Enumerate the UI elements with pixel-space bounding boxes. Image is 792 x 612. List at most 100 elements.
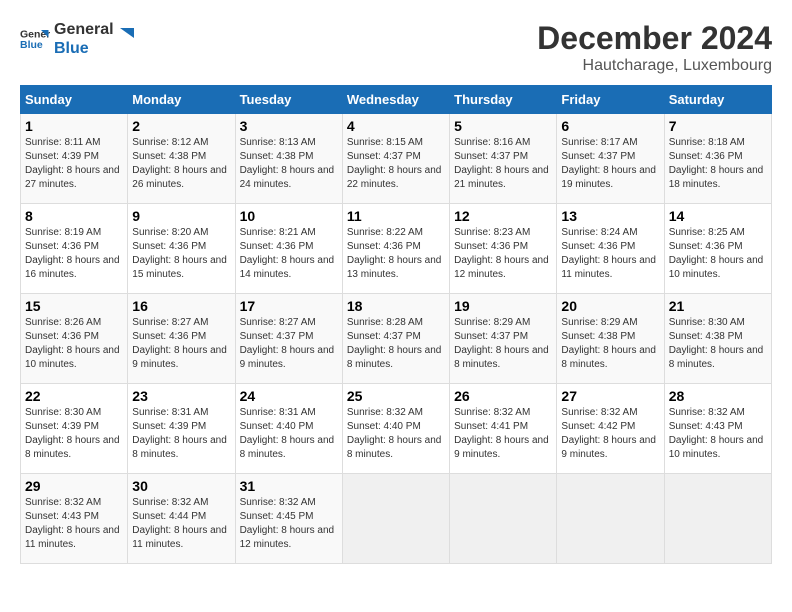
- day-info: Sunrise: 8:23 AM Sunset: 4:36 PM Dayligh…: [454, 226, 552, 282]
- calendar-cell: 15 Sunrise: 8:26 AM Sunset: 4:36 PM Dayl…: [21, 294, 128, 384]
- day-info: Sunrise: 8:29 AM Sunset: 4:38 PM Dayligh…: [561, 316, 659, 372]
- day-number: 10: [240, 208, 338, 224]
- day-info: Sunrise: 8:20 AM Sunset: 4:36 PM Dayligh…: [132, 226, 230, 282]
- daylight-label: Daylight: 8 hours and 26 minutes.: [132, 165, 227, 190]
- daylight-label: Daylight: 8 hours and 22 minutes.: [347, 165, 442, 190]
- daylight-label: Daylight: 8 hours and 9 minutes.: [454, 435, 549, 460]
- sunrise-label: Sunrise: 8:19 AM: [25, 227, 101, 238]
- sunrise-label: Sunrise: 8:32 AM: [669, 407, 745, 418]
- day-number: 17: [240, 298, 338, 314]
- day-info: Sunrise: 8:19 AM Sunset: 4:36 PM Dayligh…: [25, 226, 123, 282]
- calendar-cell: 20 Sunrise: 8:29 AM Sunset: 4:38 PM Dayl…: [557, 294, 664, 384]
- col-header-saturday: Saturday: [664, 86, 771, 114]
- day-number: 1: [25, 118, 123, 134]
- day-number: 23: [132, 388, 230, 404]
- day-number: 22: [25, 388, 123, 404]
- sunset-label: Sunset: 4:45 PM: [240, 511, 314, 522]
- col-header-monday: Monday: [128, 86, 235, 114]
- day-info: Sunrise: 8:13 AM Sunset: 4:38 PM Dayligh…: [240, 136, 338, 192]
- calendar-cell: 11 Sunrise: 8:22 AM Sunset: 4:36 PM Dayl…: [342, 204, 449, 294]
- day-info: Sunrise: 8:32 AM Sunset: 4:42 PM Dayligh…: [561, 406, 659, 462]
- calendar-cell: 7 Sunrise: 8:18 AM Sunset: 4:36 PM Dayli…: [664, 114, 771, 204]
- day-number: 11: [347, 208, 445, 224]
- day-number: 5: [454, 118, 552, 134]
- daylight-label: Daylight: 8 hours and 8 minutes.: [347, 345, 442, 370]
- col-header-wednesday: Wednesday: [342, 86, 449, 114]
- calendar-cell: [664, 474, 771, 564]
- sunrise-label: Sunrise: 8:32 AM: [347, 407, 423, 418]
- sunset-label: Sunset: 4:38 PM: [669, 331, 743, 342]
- sunrise-label: Sunrise: 8:30 AM: [25, 407, 101, 418]
- svg-text:Blue: Blue: [20, 39, 43, 51]
- calendar-cell: 22 Sunrise: 8:30 AM Sunset: 4:39 PM Dayl…: [21, 384, 128, 474]
- calendar-cell: 21 Sunrise: 8:30 AM Sunset: 4:38 PM Dayl…: [664, 294, 771, 384]
- sunset-label: Sunset: 4:39 PM: [132, 421, 206, 432]
- daylight-label: Daylight: 8 hours and 14 minutes.: [240, 255, 335, 280]
- calendar-cell: 8 Sunrise: 8:19 AM Sunset: 4:36 PM Dayli…: [21, 204, 128, 294]
- day-info: Sunrise: 8:22 AM Sunset: 4:36 PM Dayligh…: [347, 226, 445, 282]
- daylight-label: Daylight: 8 hours and 18 minutes.: [669, 165, 764, 190]
- sunrise-label: Sunrise: 8:32 AM: [240, 497, 316, 508]
- sunset-label: Sunset: 4:37 PM: [561, 151, 635, 162]
- day-number: 19: [454, 298, 552, 314]
- day-info: Sunrise: 8:21 AM Sunset: 4:36 PM Dayligh…: [240, 226, 338, 282]
- sunrise-label: Sunrise: 8:27 AM: [240, 317, 316, 328]
- day-info: Sunrise: 8:25 AM Sunset: 4:36 PM Dayligh…: [669, 226, 767, 282]
- day-info: Sunrise: 8:32 AM Sunset: 4:41 PM Dayligh…: [454, 406, 552, 462]
- day-info: Sunrise: 8:24 AM Sunset: 4:36 PM Dayligh…: [561, 226, 659, 282]
- day-number: 21: [669, 298, 767, 314]
- calendar-cell: 10 Sunrise: 8:21 AM Sunset: 4:36 PM Dayl…: [235, 204, 342, 294]
- sunset-label: Sunset: 4:39 PM: [25, 421, 99, 432]
- day-number: 25: [347, 388, 445, 404]
- calendar-cell: 17 Sunrise: 8:27 AM Sunset: 4:37 PM Dayl…: [235, 294, 342, 384]
- day-number: 31: [240, 478, 338, 494]
- day-number: 26: [454, 388, 552, 404]
- day-number: 16: [132, 298, 230, 314]
- col-header-thursday: Thursday: [450, 86, 557, 114]
- calendar-cell: 18 Sunrise: 8:28 AM Sunset: 4:37 PM Dayl…: [342, 294, 449, 384]
- day-number: 8: [25, 208, 123, 224]
- calendar-cell: 19 Sunrise: 8:29 AM Sunset: 4:37 PM Dayl…: [450, 294, 557, 384]
- daylight-label: Daylight: 8 hours and 8 minutes.: [669, 345, 764, 370]
- sunset-label: Sunset: 4:36 PM: [669, 151, 743, 162]
- sunrise-label: Sunrise: 8:32 AM: [132, 497, 208, 508]
- day-info: Sunrise: 8:30 AM Sunset: 4:38 PM Dayligh…: [669, 316, 767, 372]
- calendar-cell: 31 Sunrise: 8:32 AM Sunset: 4:45 PM Dayl…: [235, 474, 342, 564]
- daylight-label: Daylight: 8 hours and 9 minutes.: [561, 435, 656, 460]
- day-number: 28: [669, 388, 767, 404]
- sunset-label: Sunset: 4:37 PM: [240, 331, 314, 342]
- day-info: Sunrise: 8:27 AM Sunset: 4:36 PM Dayligh…: [132, 316, 230, 372]
- calendar-cell: 1 Sunrise: 8:11 AM Sunset: 4:39 PM Dayli…: [21, 114, 128, 204]
- col-header-friday: Friday: [557, 86, 664, 114]
- day-info: Sunrise: 8:31 AM Sunset: 4:40 PM Dayligh…: [240, 406, 338, 462]
- daylight-label: Daylight: 8 hours and 12 minutes.: [454, 255, 549, 280]
- day-number: 14: [669, 208, 767, 224]
- calendar-week-row: 22 Sunrise: 8:30 AM Sunset: 4:39 PM Dayl…: [21, 384, 772, 474]
- sunset-label: Sunset: 4:36 PM: [132, 241, 206, 252]
- sunset-label: Sunset: 4:41 PM: [454, 421, 528, 432]
- daylight-label: Daylight: 8 hours and 10 minutes.: [669, 435, 764, 460]
- day-info: Sunrise: 8:32 AM Sunset: 4:44 PM Dayligh…: [132, 496, 230, 552]
- daylight-label: Daylight: 8 hours and 9 minutes.: [240, 345, 335, 370]
- daylight-label: Daylight: 8 hours and 21 minutes.: [454, 165, 549, 190]
- daylight-label: Daylight: 8 hours and 19 minutes.: [561, 165, 656, 190]
- sunrise-label: Sunrise: 8:32 AM: [454, 407, 530, 418]
- sunrise-label: Sunrise: 8:12 AM: [132, 137, 208, 148]
- calendar-cell: 29 Sunrise: 8:32 AM Sunset: 4:43 PM Dayl…: [21, 474, 128, 564]
- col-header-tuesday: Tuesday: [235, 86, 342, 114]
- daylight-label: Daylight: 8 hours and 12 minutes.: [240, 525, 335, 550]
- day-info: Sunrise: 8:32 AM Sunset: 4:45 PM Dayligh…: [240, 496, 338, 552]
- day-info: Sunrise: 8:32 AM Sunset: 4:43 PM Dayligh…: [669, 406, 767, 462]
- daylight-label: Daylight: 8 hours and 10 minutes.: [669, 255, 764, 280]
- logo: General Blue General Blue: [20, 20, 138, 58]
- sunset-label: Sunset: 4:43 PM: [669, 421, 743, 432]
- sunset-label: Sunset: 4:38 PM: [132, 151, 206, 162]
- daylight-label: Daylight: 8 hours and 11 minutes.: [25, 525, 120, 550]
- calendar-cell: 14 Sunrise: 8:25 AM Sunset: 4:36 PM Dayl…: [664, 204, 771, 294]
- day-info: Sunrise: 8:16 AM Sunset: 4:37 PM Dayligh…: [454, 136, 552, 192]
- day-info: Sunrise: 8:11 AM Sunset: 4:39 PM Dayligh…: [25, 136, 123, 192]
- sunset-label: Sunset: 4:39 PM: [25, 151, 99, 162]
- daylight-label: Daylight: 8 hours and 13 minutes.: [347, 255, 442, 280]
- daylight-label: Daylight: 8 hours and 8 minutes.: [561, 345, 656, 370]
- sunrise-label: Sunrise: 8:31 AM: [132, 407, 208, 418]
